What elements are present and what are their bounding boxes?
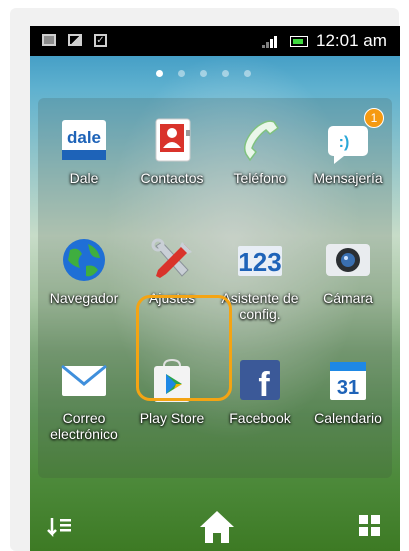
app-label: Facebook: [229, 410, 291, 426]
setup-wizard-text: 123: [238, 247, 281, 277]
app-navegador[interactable]: Navegador: [38, 236, 130, 346]
app-label: Contactos: [140, 170, 204, 186]
dale-icon-text: dale: [67, 128, 101, 147]
app-label: Teléfono: [233, 170, 287, 186]
app-label: Cámara: [323, 290, 373, 306]
facebook-icon: f: [240, 360, 280, 404]
email-icon: [61, 364, 107, 396]
browser-globe-icon: [63, 239, 105, 281]
app-contactos[interactable]: Contactos: [126, 116, 218, 226]
gallery-notification-icon: [68, 34, 82, 46]
status-time: 12:01 am: [316, 31, 387, 50]
app-grid-icon[interactable]: [358, 514, 382, 538]
setup-wizard-icon: 123: [238, 246, 282, 277]
status-bar: ✓ 12:01 am: [30, 26, 400, 56]
svg-text::): :): [339, 134, 350, 151]
page-dot-active[interactable]: [156, 70, 163, 77]
notification-badge: 1: [364, 108, 384, 128]
app-label: Dale: [69, 170, 99, 186]
contacts-icon: [155, 118, 191, 162]
message-notification-icon: [42, 34, 56, 46]
calendar-icon: 31: [330, 362, 366, 400]
app-telefono[interactable]: Teléfono: [214, 116, 306, 226]
signal-icon: [262, 34, 280, 48]
page-dot[interactable]: [244, 70, 251, 77]
app-label: Play Store: [139, 410, 205, 426]
app-camara[interactable]: Cámara: [302, 236, 394, 346]
page-indicator: [156, 70, 276, 80]
app-dale[interactable]: dale Dale: [38, 116, 130, 226]
app-label-line1: Correo: [62, 410, 106, 426]
home-icon[interactable]: [198, 509, 236, 545]
calendar-day: 31: [337, 377, 359, 399]
phone-screen: ✓ 12:01 am dale Dale Contactos Teléfono …: [30, 26, 400, 551]
app-correo[interactable]: Correo electrónico: [38, 356, 130, 466]
settings-tools-icon: [151, 238, 192, 278]
ajustes-highlight-frame: [136, 295, 232, 401]
battery-icon: [290, 36, 308, 47]
app-label: Navegador: [49, 290, 119, 306]
page-dot[interactable]: [200, 70, 207, 77]
camera-icon: [326, 244, 370, 276]
app-label-line2: electrónico: [50, 426, 118, 442]
page-dot[interactable]: [222, 70, 229, 77]
phone-icon: [244, 120, 280, 162]
sort-icon[interactable]: [46, 514, 74, 542]
app-label: Mensajería: [313, 170, 383, 186]
page-dot[interactable]: [178, 70, 185, 77]
app-drawer: dale Dale Contactos Teléfono:) 1 Mensaj…: [38, 98, 392, 478]
app-mensajeria[interactable]: :) 1 Mensajería: [302, 108, 394, 226]
facebook-f: f: [258, 366, 270, 404]
app-calendario[interactable]: 31 Calendario: [302, 356, 394, 466]
dock: [30, 506, 400, 551]
checkbox-notification-icon: ✓: [94, 34, 107, 47]
app-label: Calendario: [314, 410, 382, 426]
dale-icon: dale: [62, 120, 106, 160]
